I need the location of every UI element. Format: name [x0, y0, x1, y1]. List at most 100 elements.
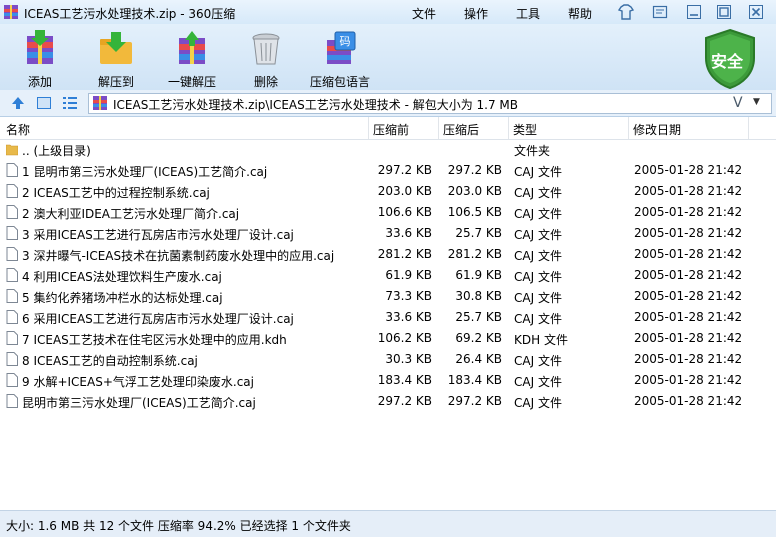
- file-row[interactable]: 4 利用ICEAS法处理饮料生产废水.caj 61.9 KB 61.9 KB C…: [0, 265, 776, 286]
- zip-file-icon: [93, 96, 107, 110]
- column-divider[interactable]: [748, 117, 749, 139]
- menu-file[interactable]: 文件: [412, 5, 436, 22]
- list-view-icon[interactable]: [62, 95, 78, 111]
- add-books-icon: [27, 30, 53, 64]
- column-packed[interactable]: 压缩后: [443, 121, 479, 138]
- file-type: CAJ 文件: [514, 165, 562, 179]
- title-bar: ICEAS工艺污水处理技术.zip - 360压缩 文件 操作 工具 帮助: [0, 0, 776, 24]
- file-icon: [6, 163, 18, 177]
- app-window: ICEAS工艺污水处理技术.zip - 360压缩 文件 操作 工具 帮助 添加…: [0, 0, 776, 537]
- file-type: CAJ 文件: [514, 270, 562, 284]
- extract-to-button[interactable]: 解压到: [86, 30, 146, 90]
- file-modified: 2005-01-28 21:42: [634, 205, 743, 219]
- menu-tools[interactable]: 工具: [516, 5, 540, 22]
- file-name: 3 深井曝气-ICEAS技术在抗菌素制药废水处理中的应用.caj: [22, 249, 335, 263]
- file-row[interactable]: 8 ICEAS工艺的自动控制系统.caj 30.3 KB 26.4 KB CAJ…: [0, 349, 776, 370]
- file-type: KDH 文件: [514, 333, 568, 347]
- file-packed-size: 69.2 KB: [455, 331, 502, 345]
- close-icon[interactable]: [748, 4, 764, 20]
- file-row[interactable]: 昆明市第三污水处理厂(ICEAS)工艺简介.caj 297.2 KB 297.2…: [0, 391, 776, 412]
- file-size: 297.2 KB: [377, 394, 432, 408]
- file-type: CAJ 文件: [514, 249, 562, 263]
- column-type[interactable]: 类型: [513, 121, 537, 138]
- status-text: 大小: 1.6 MB 共 12 个文件 压缩率 94.2% 已经选择 1 个文件…: [6, 519, 351, 533]
- file-icon: [6, 352, 18, 366]
- file-packed-size: 203.0 KB: [447, 184, 502, 198]
- parent-dir-row[interactable]: .. (上级目录) 文件夹: [0, 139, 776, 160]
- file-icon: [6, 268, 18, 282]
- minimize-icon[interactable]: [686, 4, 702, 20]
- menu-help[interactable]: 帮助: [568, 5, 592, 22]
- one-click-extract-label: 一键解压: [167, 75, 216, 89]
- file-row[interactable]: 3 深井曝气-ICEAS技术在抗菌素制药废水处理中的应用.caj 281.2 K…: [0, 244, 776, 265]
- add-button[interactable]: 添加: [10, 30, 70, 90]
- column-divider[interactable]: [508, 117, 509, 139]
- thumbnail-view-icon[interactable]: [36, 95, 52, 111]
- file-size: 61.9 KB: [385, 268, 432, 282]
- file-size: 297.2 KB: [377, 163, 432, 177]
- column-divider[interactable]: [368, 117, 369, 139]
- file-type: CAJ 文件: [514, 354, 562, 368]
- file-name: 9 水解+ICEAS+气浮工艺处理印染废水.caj: [22, 375, 254, 389]
- file-size: 33.6 KB: [385, 310, 432, 324]
- file-row[interactable]: 1 昆明市第三污水处理厂(ICEAS)工艺简介.caj 297.2 KB 297…: [0, 160, 776, 181]
- file-icon: [6, 310, 18, 324]
- file-row[interactable]: 9 水解+ICEAS+气浮工艺处理印染废水.caj 183.4 KB 183.4…: [0, 370, 776, 391]
- shirt-skin-icon[interactable]: [618, 4, 634, 20]
- file-packed-size: 281.2 KB: [447, 247, 502, 261]
- column-name[interactable]: 名称: [6, 121, 30, 138]
- file-size: 33.6 KB: [385, 226, 432, 240]
- file-modified: 2005-01-28 21:42: [634, 184, 743, 198]
- file-row[interactable]: 7 ICEAS工艺技术在住宅区污水处理中的应用.kdh 106.2 KB 69.…: [0, 328, 776, 349]
- chevron-down-icon[interactable]: ▼: [753, 97, 760, 107]
- file-modified: 2005-01-28 21:42: [634, 226, 743, 240]
- file-name: 7 ICEAS工艺技术在住宅区污水处理中的应用.kdh: [22, 333, 287, 347]
- zip-app-icon: [4, 5, 18, 19]
- column-header: 名称 压缩前 压缩后 类型 修改日期: [0, 117, 776, 140]
- file-packed-size: 297.2 KB: [447, 394, 502, 408]
- file-size: 281.2 KB: [377, 247, 432, 261]
- delete-button[interactable]: 删除: [236, 30, 296, 90]
- column-divider[interactable]: [628, 117, 629, 139]
- file-packed-size: 26.4 KB: [455, 352, 502, 366]
- extract-to-label: 解压到: [97, 75, 134, 89]
- address-v-mark[interactable]: V: [733, 95, 743, 111]
- file-row[interactable]: 2 ICEAS工艺中的过程控制系统.caj 203.0 KB 203.0 KB …: [0, 181, 776, 202]
- file-modified: 2005-01-28 21:42: [634, 163, 743, 177]
- column-size[interactable]: 压缩前: [373, 121, 409, 138]
- file-modified: 2005-01-28 21:42: [634, 394, 743, 408]
- menu-operate[interactable]: 操作: [464, 5, 488, 22]
- file-type: CAJ 文件: [514, 228, 562, 242]
- up-arrow-icon[interactable]: [10, 95, 26, 111]
- trash-icon: [252, 33, 280, 65]
- address-field[interactable]: ICEAS工艺污水处理技术.zip\ICEAS工艺污水处理技术 - 解包大小为 …: [88, 93, 772, 114]
- file-modified: 2005-01-28 21:42: [634, 268, 743, 282]
- file-type: CAJ 文件: [514, 375, 562, 389]
- security-shield[interactable]: 安全: [702, 28, 758, 90]
- maximize-icon[interactable]: [716, 4, 732, 20]
- file-type: 文件夹: [514, 144, 551, 158]
- file-size: 106.6 KB: [377, 205, 432, 219]
- toolbar: 添加 解压到 一键解压 删除 码 压缩包语言 安全: [0, 24, 776, 90]
- file-name: 5 集约化养猪场冲栏水的达标处理.caj: [22, 291, 223, 305]
- feedback-icon[interactable]: [652, 4, 668, 20]
- column-modified[interactable]: 修改日期: [633, 121, 681, 138]
- file-row[interactable]: 6 采用ICEAS工艺进行瓦房店市污水处理厂设计.caj 33.6 KB 25.…: [0, 307, 776, 328]
- one-click-extract-button[interactable]: 一键解压: [162, 30, 222, 90]
- window-title: ICEAS工艺污水处理技术.zip - 360压缩: [24, 7, 236, 21]
- file-packed-size: 30.8 KB: [455, 289, 502, 303]
- file-name: 昆明市第三污水处理厂(ICEAS)工艺简介.caj: [22, 396, 256, 410]
- file-size: 30.3 KB: [385, 352, 432, 366]
- file-name: 6 采用ICEAS工艺进行瓦房店市污水处理厂设计.caj: [22, 312, 294, 326]
- file-name: 2 ICEAS工艺中的过程控制系统.caj: [22, 186, 210, 200]
- file-packed-size: 61.9 KB: [455, 268, 502, 282]
- file-row[interactable]: 3 采用ICEAS工艺进行瓦房店市污水处理厂设计.caj 33.6 KB 25.…: [0, 223, 776, 244]
- file-row[interactable]: 2 澳大利亚IDEA工艺污水处理厂简介.caj 106.6 KB 106.5 K…: [0, 202, 776, 223]
- file-icon: [6, 394, 18, 408]
- column-divider[interactable]: [438, 117, 439, 139]
- file-row[interactable]: 5 集约化养猪场冲栏水的达标处理.caj 73.3 KB 30.8 KB CAJ…: [0, 286, 776, 307]
- file-modified: 2005-01-28 21:42: [634, 331, 743, 345]
- file-name: 4 利用ICEAS法处理饮料生产废水.caj: [22, 270, 222, 284]
- archive-language-button[interactable]: 码 压缩包语言: [310, 30, 370, 90]
- file-icon: [6, 373, 18, 387]
